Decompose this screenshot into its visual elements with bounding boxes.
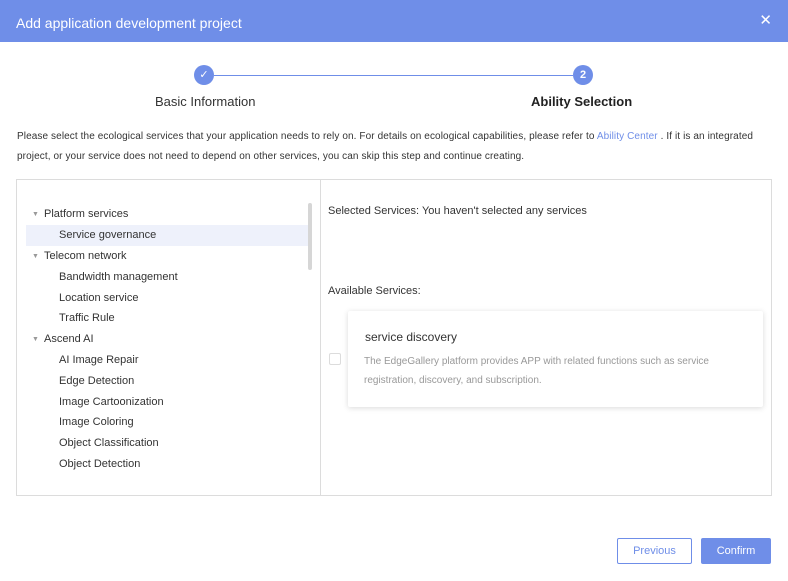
tree-group-telecom-network[interactable]: ▼ Telecom network [26, 246, 308, 267]
service-discovery-checkbox[interactable] [329, 353, 341, 365]
tree-item-label: Image Coloring [59, 416, 134, 428]
dialog-header: Add application development project ✕ [0, 0, 788, 42]
caret-down-icon: ▼ [32, 253, 39, 260]
tree-item-image-coloring[interactable]: Image Coloring [26, 412, 308, 433]
available-services-label: Available Services: [328, 285, 421, 297]
tree-item-bandwidth-management[interactable]: Bandwidth management [26, 267, 308, 288]
services-pane: Selected Services: You haven't selected … [321, 180, 771, 495]
tree-item-object-classification[interactable]: Object Classification [26, 433, 308, 454]
service-card-description: The EdgeGallery platform provides APP wi… [364, 356, 709, 386]
tree-item-location-service[interactable]: Location service [26, 288, 308, 309]
service-card[interactable]: service discovery The EdgeGallery platfo… [348, 311, 763, 407]
step-label-basic-information: Basic Information [155, 94, 256, 109]
tree-item-label: Object Classification [59, 437, 159, 449]
instruction-text-before: Please select the ecological services th… [17, 131, 597, 142]
tree-item-edge-detection[interactable]: Edge Detection [26, 371, 308, 392]
tree-group-label: Ascend AI [44, 333, 94, 345]
tree-item-label: Traffic Rule [59, 312, 115, 324]
step-number-badge: 2 [573, 65, 593, 85]
tree-item-label: Object Detection [59, 458, 141, 470]
tree-group-ascend-ai[interactable]: ▼ Ascend AI [26, 329, 308, 350]
tree-item-label: AI Image Repair [59, 354, 139, 366]
instruction-text: Please select the ecological services th… [17, 127, 773, 167]
step-label-ability-selection: Ability Selection [531, 94, 633, 109]
tree-item-ai-image-repair[interactable]: AI Image Repair [26, 350, 308, 371]
step-connector [214, 75, 573, 76]
tree-item-label: Edge Detection [59, 375, 135, 387]
service-selection-panel: ▼ Platform services Service governance ▼… [16, 179, 772, 496]
tree-group-label: Telecom network [44, 250, 127, 262]
tree-item-label: Service governance [59, 229, 157, 241]
step-done-icon: ✓ [194, 65, 214, 85]
ability-center-link[interactable]: Ability Center [597, 131, 658, 142]
selected-services-text: Selected Services: You haven't selected … [328, 205, 587, 217]
tree-item-object-detection[interactable]: Object Detection [26, 454, 308, 475]
service-category-tree: ▼ Platform services Service governance ▼… [17, 180, 321, 495]
step-indicator: ✓ 2 Basic Information Ability Selection [0, 64, 788, 114]
tree-item-label: Location service [59, 292, 139, 304]
previous-button[interactable]: Previous [617, 538, 692, 564]
service-card-title: service discovery [365, 330, 458, 344]
tree-item-label: Bandwidth management [59, 271, 178, 283]
dialog-title: Add application development project [16, 15, 242, 31]
tree-item-image-cartoonization[interactable]: Image Cartoonization [26, 392, 308, 413]
confirm-button[interactable]: Confirm [701, 538, 771, 564]
tree-item-service-governance[interactable]: Service governance [26, 225, 308, 246]
tree-scrollbar[interactable] [308, 203, 312, 270]
tree-group-label: Platform services [44, 208, 129, 220]
caret-down-icon: ▼ [32, 336, 39, 343]
caret-down-icon: ▼ [32, 211, 39, 218]
tree-group-platform-services[interactable]: ▼ Platform services [26, 204, 308, 225]
close-icon[interactable]: ✕ [759, 13, 772, 29]
tree-item-label: Image Cartoonization [59, 396, 164, 408]
tree-item-traffic-rule[interactable]: Traffic Rule [26, 308, 308, 329]
